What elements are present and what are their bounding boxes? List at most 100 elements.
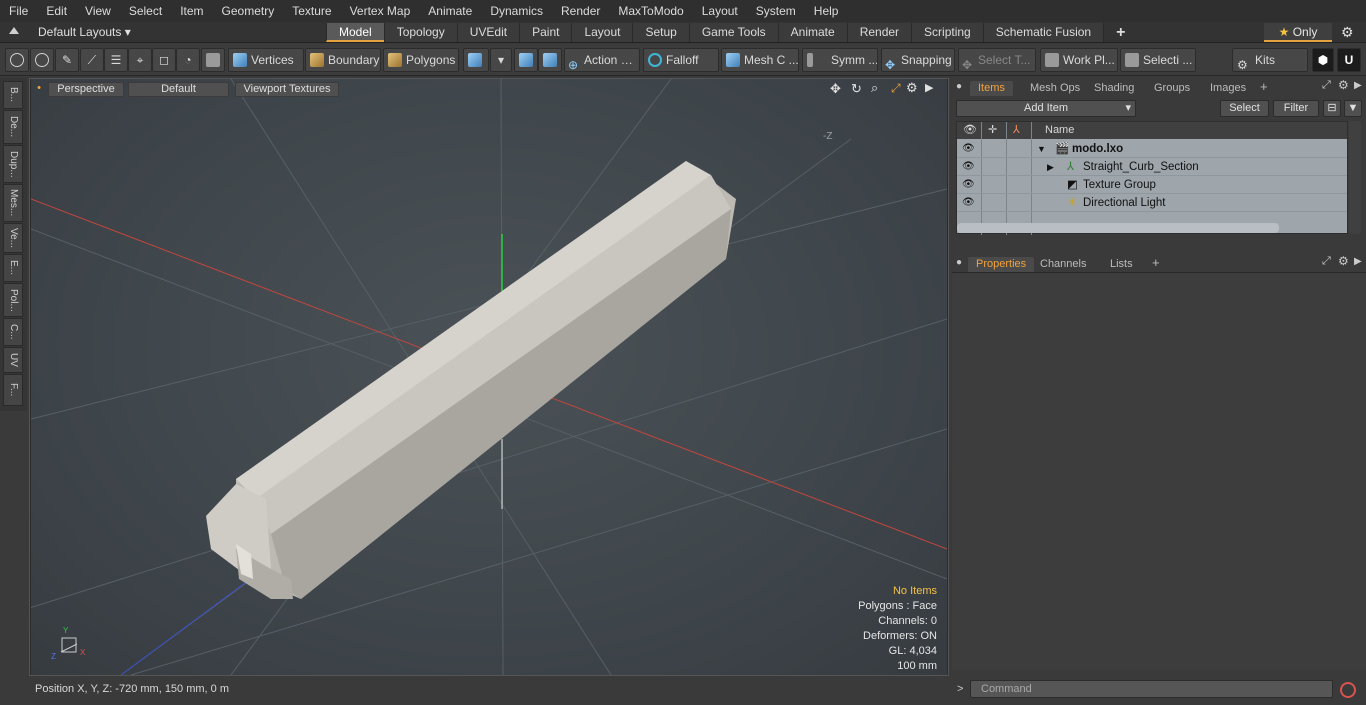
menu-maxtomodo[interactable]: MaxToModo — [609, 0, 692, 22]
menu-layout[interactable]: Layout — [693, 0, 747, 22]
unreal-button[interactable]: U — [1337, 48, 1361, 72]
maximize-icon[interactable]: ⤢ — [891, 81, 901, 96]
maximize-icon[interactable]: ⤢ — [1322, 79, 1331, 92]
select-through-button[interactable]: ✥ Select T... — [958, 48, 1036, 72]
gear-icon[interactable]: ⚙ — [906, 80, 918, 96]
collapse-triangle-icon[interactable]: ▼ — [1037, 140, 1046, 158]
layout-dropdown[interactable]: Default Layouts ▾ — [28, 22, 141, 43]
panel-menu-dot[interactable]: ● — [956, 81, 962, 92]
select-sets2-button[interactable] — [538, 48, 562, 72]
globe-button[interactable] — [30, 48, 54, 72]
unity-button[interactable]: ⬢ — [1312, 48, 1334, 72]
menu-help[interactable]: Help — [805, 0, 848, 22]
tab-curve[interactable]: C... — [3, 318, 23, 346]
mesh-constraint-button[interactable]: Mesh C ... — [721, 48, 799, 72]
menu-view[interactable]: View — [76, 0, 120, 22]
tab-uv[interactable]: UV — [3, 347, 23, 373]
falloff-button[interactable]: Falloff — [643, 48, 719, 72]
gear-icon[interactable]: ⚙ — [1338, 254, 1349, 268]
tab-polygon[interactable]: Pol... — [3, 283, 23, 317]
select-sets-button[interactable] — [514, 48, 538, 72]
viewport-textures-button[interactable]: Viewport Textures — [235, 82, 339, 97]
eye-icon[interactable]: 👁 — [962, 158, 975, 176]
3d-viewport[interactable]: • Perspective Default Viewport Textures … — [31, 79, 947, 675]
timer-button[interactable]: ◔ — [176, 48, 200, 72]
menu-select[interactable]: Select — [120, 0, 171, 22]
menu-system[interactable]: System — [747, 0, 805, 22]
add-tab-icon[interactable]: + — [1260, 79, 1268, 94]
menu-texture[interactable]: Texture — [283, 0, 340, 22]
menu-geometry[interactable]: Geometry — [213, 0, 284, 22]
move-view-icon[interactable]: ✥ — [830, 81, 841, 97]
align-button[interactable]: ☰ — [104, 48, 128, 72]
tree-row-texture-group[interactable]: 👁 ◩ Texture Group — [957, 176, 1347, 194]
tab-shading[interactable]: Shading — [1086, 81, 1142, 96]
record-icon[interactable] — [1340, 682, 1356, 698]
menu-render[interactable]: Render — [552, 0, 609, 22]
add-tab-button[interactable]: + — [1103, 23, 1138, 42]
add-item-button[interactable]: Add Item ▾ — [956, 100, 1136, 117]
tab-game-tools[interactable]: Game Tools — [688, 23, 778, 42]
tab-setup[interactable]: Setup — [632, 23, 689, 42]
tab-topology[interactable]: Topology — [383, 23, 457, 42]
maximize-icon[interactable]: ⤢ — [1322, 255, 1331, 268]
perspective-button[interactable]: Perspective — [48, 82, 124, 97]
eye-icon[interactable]: 👁 — [962, 194, 975, 212]
tab-mesh-ops[interactable]: Mesh Ops — [1022, 81, 1088, 96]
expand-triangle-icon[interactable]: ▶ — [1047, 158, 1054, 176]
tab-paint[interactable]: Paint — [519, 23, 572, 42]
tab-channels[interactable]: Channels — [1032, 257, 1094, 272]
name-column-header[interactable]: Name — [1045, 122, 1074, 139]
add-tab-icon[interactable]: + — [1152, 255, 1160, 270]
center-button[interactable]: ⌖ — [128, 48, 152, 72]
tab-mesh-edit[interactable]: Mes... — [3, 184, 23, 222]
tab-properties[interactable]: Properties — [968, 257, 1035, 272]
brush-tool-button[interactable]: ⟋ — [80, 48, 104, 72]
menu-animate[interactable]: Animate — [419, 0, 481, 22]
polygons-button[interactable]: Polygons — [383, 48, 459, 72]
tab-groups[interactable]: Groups — [1146, 81, 1198, 96]
menu-edit[interactable]: Edit — [37, 0, 76, 22]
funnel-button[interactable]: ▼ — [1344, 100, 1362, 117]
lock-icon[interactable]: ✛ — [988, 122, 997, 139]
tab-layout[interactable]: Layout — [571, 23, 633, 42]
tab-fusion[interactable]: F... — [3, 374, 23, 406]
menu-file[interactable]: File — [0, 0, 37, 22]
menu-item[interactable]: Item — [171, 0, 212, 22]
tab-deform[interactable]: De... — [3, 110, 23, 144]
vertices-button[interactable]: Vertices — [228, 48, 304, 72]
horizontal-scrollbar[interactable] — [957, 223, 1279, 233]
tab-images[interactable]: Images — [1202, 81, 1254, 96]
expand-arrow-icon[interactable]: ▶ — [925, 81, 933, 94]
item-mode-dropdown[interactable]: ▾ — [490, 48, 512, 72]
boundary-button[interactable]: Boundary — [305, 48, 381, 72]
viewport-menu-dot[interactable]: • — [34, 82, 44, 97]
select-button[interactable]: Select — [1220, 100, 1269, 117]
symmetry-button[interactable]: Symm ... — [802, 48, 878, 72]
tab-lists[interactable]: Lists — [1102, 257, 1141, 272]
only-button[interactable]: ★ Only — [1264, 23, 1332, 42]
rotate-view-icon[interactable]: ↻ — [851, 81, 862, 97]
tab-vertex[interactable]: Ve... — [3, 223, 23, 253]
kits-button[interactable]: ⚙ Kits — [1232, 48, 1308, 72]
menu-dynamics[interactable]: Dynamics — [481, 0, 552, 22]
menu-vertex-map[interactable]: Vertex Map — [341, 0, 420, 22]
frame-button[interactable]: ◻ — [152, 48, 176, 72]
eye-icon[interactable]: 👁 — [962, 140, 975, 158]
panel-menu-dot[interactable]: ● — [956, 257, 962, 268]
tab-model[interactable]: Model — [326, 23, 384, 42]
gear-icon[interactable]: ⚙ — [1341, 24, 1354, 41]
eye-icon[interactable]: 👁 — [963, 122, 977, 139]
tree-row-light[interactable]: 👁 ☀ Directional Light — [957, 194, 1347, 212]
shield-mode-button[interactable] — [201, 48, 225, 72]
zoom-icon[interactable]: ⌕ — [871, 80, 878, 96]
tab-items[interactable]: Items — [970, 81, 1013, 96]
tree-row-scene[interactable]: 👁 ▼ 🎬 modo.lxo — [957, 140, 1347, 158]
action-center-button[interactable]: ⊕ Action … — [564, 48, 640, 72]
snapping-button[interactable]: ✥ Snapping — [881, 48, 955, 72]
select-circle-button[interactable] — [5, 48, 29, 72]
collapse-button[interactable]: ⊟ — [1323, 100, 1341, 117]
work-plane-button[interactable]: Work Pl... — [1040, 48, 1118, 72]
shading-style-button[interactable]: Default — [128, 82, 229, 97]
command-input[interactable]: Command — [970, 680, 1333, 698]
